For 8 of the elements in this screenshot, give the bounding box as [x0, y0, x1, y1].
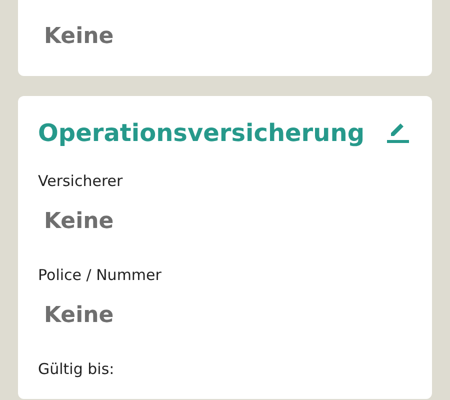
field-label: Versicherer — [38, 171, 123, 191]
field-label: Police / Nummer — [38, 265, 162, 285]
field-value: Keine — [44, 208, 114, 236]
edit-pencil-icon[interactable] — [386, 121, 410, 145]
field-label: Gültig bis: — [38, 359, 114, 379]
field-value: Keine — [44, 302, 114, 330]
card-title: Operationsversicherung — [38, 118, 364, 149]
field-value: Keine — [44, 23, 114, 51]
